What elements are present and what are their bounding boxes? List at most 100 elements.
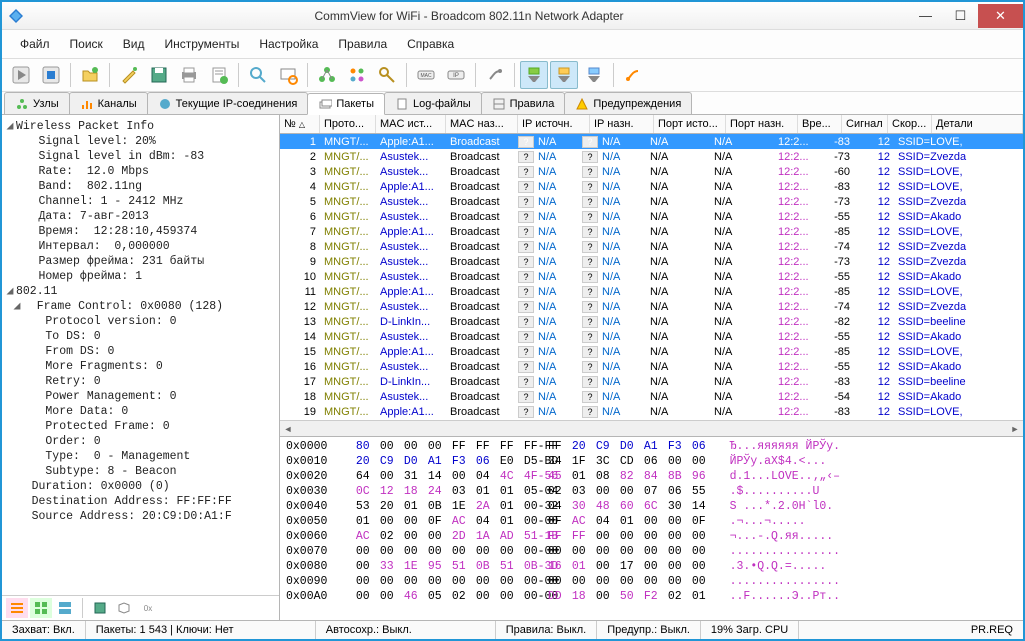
- hex-row[interactable]: 0x00A0 00 00 46 05 02 00 00 00-00 DD 18 …: [286, 589, 1017, 604]
- stop-button[interactable]: [37, 61, 65, 89]
- menu-4[interactable]: Настройка: [249, 34, 328, 54]
- close-button[interactable]: [978, 4, 1023, 28]
- tab-alerts[interactable]: Предупреждения: [564, 92, 692, 114]
- view-grid-button[interactable]: [30, 598, 52, 618]
- hex-button[interactable]: 0x: [137, 598, 159, 618]
- svg-text:IP: IP: [453, 73, 459, 79]
- status-packets: Пакеты: 1 543 | Ключи: Нет: [86, 621, 316, 639]
- packet-row[interactable]: 19MNGT/...Apple:A1...Broadcast?N/A?N/AN/…: [280, 404, 1023, 419]
- hex-row[interactable]: 0x0060 AC 02 00 00 2D 1A AD 51-1B FF FF …: [286, 529, 1017, 544]
- svg-text:MAC: MAC: [420, 73, 432, 79]
- col-header[interactable]: Порт назн.: [726, 115, 798, 133]
- print-button[interactable]: [175, 61, 203, 89]
- title-bar: CommView for WiFi - Broadcom 802.11n Net…: [2, 2, 1023, 30]
- col-header[interactable]: MAC наз...: [446, 115, 518, 133]
- packet-row[interactable]: 2MNGT/...Asustek...Broadcast?N/A?N/AN/AN…: [280, 149, 1023, 164]
- packet-row[interactable]: 18MNGT/...Asustek...Broadcast?N/A?N/AN/A…: [280, 389, 1023, 404]
- wizard-button[interactable]: [115, 61, 143, 89]
- tab-log[interactable]: Log-файлы: [384, 92, 482, 114]
- play-button[interactable]: [7, 61, 35, 89]
- col-header[interactable]: Скор...: [888, 115, 932, 133]
- col-header[interactable]: IP назн.: [590, 115, 654, 133]
- col-header[interactable]: № △: [280, 115, 320, 133]
- rules-icon: [492, 97, 506, 111]
- save-button[interactable]: [145, 61, 173, 89]
- filter-m-button[interactable]: [550, 61, 578, 89]
- export-button[interactable]: [113, 598, 135, 618]
- packet-grid-header[interactable]: № △Прото...MAC ист...MAC наз...IP источн…: [280, 115, 1023, 134]
- hex-row[interactable]: 0x0000 80 00 00 00 FF FF FF FF-FF FF 20 …: [286, 439, 1017, 454]
- col-header[interactable]: IP источн.: [518, 115, 590, 133]
- packet-row[interactable]: 12MNGT/...Asustek...Broadcast?N/A?N/AN/A…: [280, 299, 1023, 314]
- packet-tree[interactable]: ◢Wireless Packet Info Signal level: 20% …: [2, 115, 279, 595]
- menu-3[interactable]: Инструменты: [155, 34, 250, 54]
- ip-button[interactable]: IP: [442, 61, 470, 89]
- hex-dump-pane[interactable]: 0x0000 80 00 00 00 FF FF FF FF-FF FF 20 …: [280, 436, 1023, 620]
- network-button[interactable]: [313, 61, 341, 89]
- packet-row[interactable]: 17MNGT/...D-LinkIn...Broadcast?N/A?N/AN/…: [280, 374, 1023, 389]
- packet-row[interactable]: 11MNGT/...Apple:A1...Broadcast?N/A?N/AN/…: [280, 284, 1023, 299]
- col-header[interactable]: Сигнал: [842, 115, 888, 133]
- filter-button[interactable]: [274, 61, 302, 89]
- packet-row[interactable]: 13MNGT/...D-LinkIn...Broadcast?N/A?N/AN/…: [280, 314, 1023, 329]
- maximize-button[interactable]: [943, 4, 978, 28]
- packet-row[interactable]: 15MNGT/...Apple:A1...Broadcast?N/A?N/AN/…: [280, 344, 1023, 359]
- tab-rules[interactable]: Правила: [481, 92, 566, 114]
- packet-row[interactable]: 7MNGT/...Apple:A1...Broadcast?N/A?N/AN/A…: [280, 224, 1023, 239]
- tab-nodes[interactable]: Узлы: [4, 92, 70, 114]
- hex-row[interactable]: 0x0030 0C 12 18 24 03 01 01 05-04 02 03 …: [286, 484, 1017, 499]
- log-button[interactable]: [205, 61, 233, 89]
- col-header[interactable]: Прото...: [320, 115, 376, 133]
- menu-0[interactable]: Файл: [10, 34, 60, 54]
- tab-channels[interactable]: Каналы: [69, 92, 148, 114]
- view-list-button[interactable]: [6, 598, 28, 618]
- horizontal-scrollbar[interactable]: ◄►: [280, 420, 1023, 436]
- menu-5[interactable]: Правила: [328, 34, 397, 54]
- filter-c-button[interactable]: [580, 61, 608, 89]
- packet-row[interactable]: 4MNGT/...Apple:A1...Broadcast?N/A?N/AN/A…: [280, 179, 1023, 194]
- filter-d-button[interactable]: [520, 61, 548, 89]
- hex-row[interactable]: 0x0010 20 C9 D0 A1 F3 06 E0 D5-BD 34 1F …: [286, 454, 1017, 469]
- tab-packets[interactable]: Пакеты: [307, 93, 385, 115]
- packet-row[interactable]: 16MNGT/...Asustek...Broadcast?N/A?N/AN/A…: [280, 359, 1023, 374]
- packets-icon: [318, 97, 332, 111]
- col-header[interactable]: Детали: [932, 115, 1023, 133]
- menu-6[interactable]: Справка: [397, 34, 464, 54]
- packet-row[interactable]: 6MNGT/...Asustek...Broadcast?N/A?N/AN/AN…: [280, 209, 1023, 224]
- key-button[interactable]: [373, 61, 401, 89]
- search-button[interactable]: [244, 61, 272, 89]
- packet-row[interactable]: 1MNGT/...Apple:A1...Broadcast?N/A?N/AN/A…: [280, 134, 1023, 149]
- hex-row[interactable]: 0x0040 53 20 01 0B 1E 2A 01 00-32 04 30 …: [286, 499, 1017, 514]
- hex-row[interactable]: 0x0070 00 00 00 00 00 00 00 00-00 00 00 …: [286, 544, 1017, 559]
- window-title: CommView for WiFi - Broadcom 802.11n Net…: [30, 9, 908, 23]
- col-header[interactable]: Вре...: [798, 115, 842, 133]
- col-header[interactable]: MAC ист...: [376, 115, 446, 133]
- packet-row[interactable]: 5MNGT/...Asustek...Broadcast?N/A?N/AN/AN…: [280, 194, 1023, 209]
- save-tree-button[interactable]: [89, 598, 111, 618]
- nodes-icon: [15, 97, 29, 111]
- col-header[interactable]: Порт исто...: [654, 115, 726, 133]
- hex-row[interactable]: 0x0050 01 00 00 0F AC 04 01 00-00 0F AC …: [286, 514, 1017, 529]
- tools-button[interactable]: [619, 61, 647, 89]
- packet-row[interactable]: 14MNGT/...Asustek...Broadcast?N/A?N/AN/A…: [280, 329, 1023, 344]
- minimize-button[interactable]: [908, 4, 943, 28]
- hex-row[interactable]: 0x0080 00 33 1E 95 51 0B 51 0B-3D 16 01 …: [286, 559, 1017, 574]
- status-alerts: Предупр.: Выкл.: [597, 621, 701, 639]
- mac-button[interactable]: MAC: [412, 61, 440, 89]
- view-detail-button[interactable]: [54, 598, 76, 618]
- tab-ip[interactable]: Текущие IP-соединения: [147, 92, 309, 114]
- status-pr: PR.REQ: [799, 621, 1023, 639]
- nodes-button[interactable]: [343, 61, 371, 89]
- packet-row[interactable]: 10MNGT/...Asustek...Broadcast?N/A?N/AN/A…: [280, 269, 1023, 284]
- packet-row[interactable]: 8MNGT/...Asustek...Broadcast?N/A?N/AN/AN…: [280, 239, 1023, 254]
- menu-1[interactable]: Поиск: [60, 34, 113, 54]
- hex-row[interactable]: 0x0020 64 00 31 14 00 04 4C 4F-56 45 01 …: [286, 469, 1017, 484]
- packet-row[interactable]: 3MNGT/...Asustek...Broadcast?N/A?N/AN/AN…: [280, 164, 1023, 179]
- status-bar: Захват: Вкл. Пакеты: 1 543 | Ключи: Нет …: [2, 620, 1023, 639]
- open-button[interactable]: [76, 61, 104, 89]
- packet-row[interactable]: 9MNGT/...Asustek...Broadcast?N/A?N/AN/AN…: [280, 254, 1023, 269]
- packet-grid-body[interactable]: 1MNGT/...Apple:A1...Broadcast?N/A?N/AN/A…: [280, 134, 1023, 420]
- settings-button[interactable]: [481, 61, 509, 89]
- menu-2[interactable]: Вид: [113, 34, 155, 54]
- hex-row[interactable]: 0x0090 00 00 00 00 00 00 00 00-00 00 00 …: [286, 574, 1017, 589]
